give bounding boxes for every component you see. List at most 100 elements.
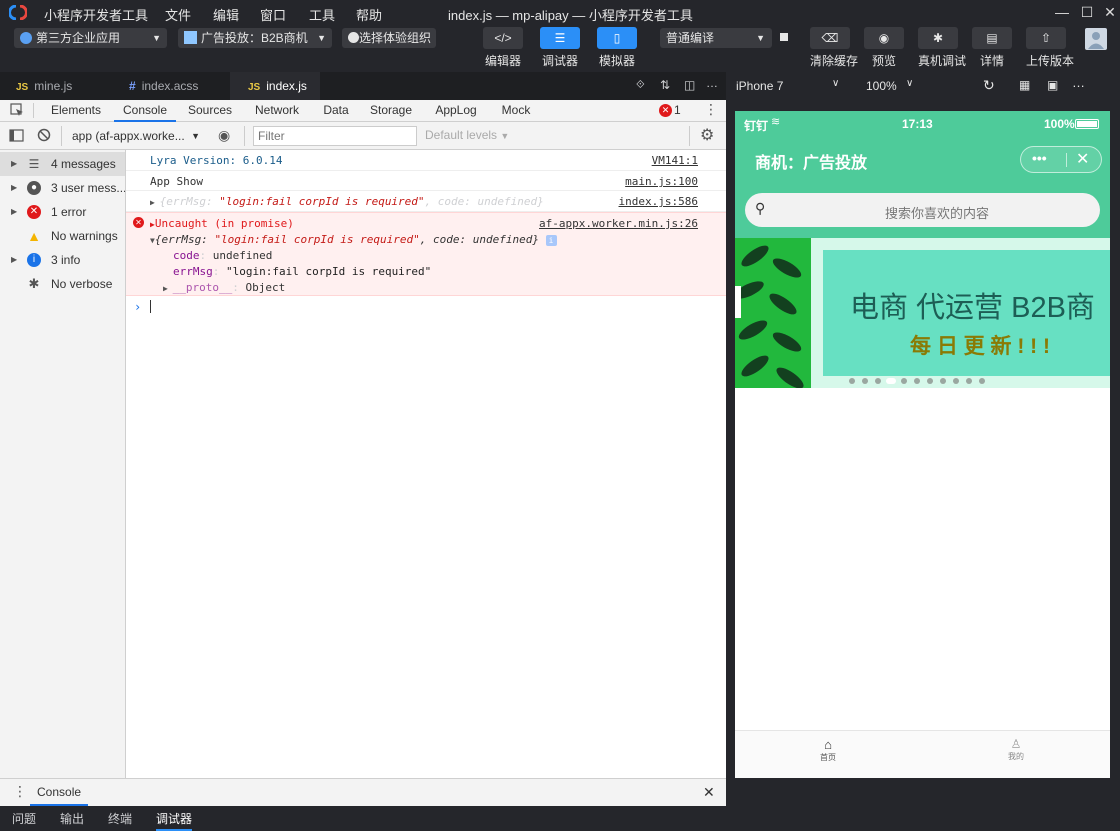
file-tab-index-js[interactable]: JS index.js: [230, 72, 320, 100]
error-object[interactable]: ▼{errMsg: "login:fail corpId is required…: [150, 233, 557, 246]
filter-input[interactable]: [253, 126, 417, 146]
expand-arrow-icon[interactable]: ▶: [11, 200, 17, 224]
preview-icon[interactable]: ◉: [864, 27, 904, 49]
tab-home[interactable]: ⌂ 首页: [798, 731, 858, 763]
inspect-icon[interactable]: [10, 103, 24, 117]
more-icon[interactable]: …: [1072, 75, 1085, 90]
sidebar-item-info[interactable]: ▶ i 3 info: [0, 248, 125, 272]
tab-sources[interactable]: Sources: [183, 100, 237, 122]
eraser-icon[interactable]: ⌫: [810, 27, 850, 49]
compare-icon[interactable]: ⇅: [660, 78, 670, 92]
context-select[interactable]: app (af-appx.worke... ▼: [66, 127, 206, 145]
device-select[interactable]: iPhone 7: [736, 79, 783, 93]
sidebar-item-messages[interactable]: ▶ ☰ 4 messages: [0, 152, 125, 176]
menu-window[interactable]: 窗口: [260, 5, 286, 24]
sidebar-item-errors[interactable]: ▶ ✕ 1 error: [0, 200, 125, 224]
tab-debugger[interactable]: 调试器: [156, 810, 193, 831]
stop-compile-button[interactable]: [778, 31, 790, 43]
tab-mine[interactable]: ♙ 我的: [986, 731, 1046, 762]
phone-icon[interactable]: ▯: [597, 27, 637, 49]
close-icon[interactable]: ✕: [703, 784, 715, 801]
info-badge-icon[interactable]: i: [545, 235, 557, 246]
sidebar-item-verbose[interactable]: ✱ No verbose: [0, 272, 125, 296]
code-icon[interactable]: </>: [483, 27, 523, 49]
banner-carousel[interactable]: 电商 代运营 B2B商 每 日 更 新 ! ! !: [735, 238, 1110, 388]
bug-icon[interactable]: ✱: [918, 27, 958, 49]
source-link[interactable]: VM141:1: [652, 154, 698, 167]
drawer-tab-console[interactable]: Console: [30, 779, 89, 806]
menu-help[interactable]: 帮助: [356, 5, 382, 24]
close-window-icon[interactable]: ✕: [1099, 3, 1120, 21]
tab-elements[interactable]: Elements: [44, 100, 108, 122]
split-editor-icon[interactable]: ◫: [684, 78, 695, 92]
error-count[interactable]: 1: [674, 103, 681, 117]
tab-data[interactable]: Data: [318, 100, 354, 122]
file-tab-index-acss[interactable]: # index.acss: [105, 72, 230, 100]
clear-cache-tool[interactable]: ⌫ 清除缓存: [810, 27, 858, 69]
source-link[interactable]: index.js:586: [619, 195, 698, 208]
menu-tools[interactable]: 工具: [309, 5, 335, 24]
gear-icon[interactable]: ⚙: [700, 125, 714, 145]
tab-problems[interactable]: 问题: [12, 810, 36, 827]
tab-storage[interactable]: Storage: [366, 100, 416, 122]
editor-tool[interactable]: </> 编辑器: [483, 27, 523, 69]
debugger-tool[interactable]: ☰ 调试器: [540, 27, 580, 69]
zoom-select[interactable]: 100%: [866, 79, 897, 93]
minimize-icon[interactable]: —: [1051, 3, 1073, 21]
tab-output[interactable]: 输出: [60, 810, 84, 827]
menu-edit[interactable]: 编辑: [213, 5, 239, 24]
console-input[interactable]: [150, 300, 710, 314]
source-control-icon[interactable]: ⟐: [636, 79, 645, 92]
tab-network[interactable]: Network: [249, 100, 305, 122]
error-icon[interactable]: ✕: [659, 104, 672, 117]
expand-arrow-icon[interactable]: ▶: [11, 176, 17, 200]
tab-terminal[interactable]: 终端: [108, 810, 132, 827]
project-select[interactable]: 广告投放：B2B商机 ▼: [178, 28, 332, 48]
expand-arrow-icon[interactable]: ▶: [11, 152, 17, 176]
menu-app[interactable]: 小程序开发者工具: [44, 5, 148, 24]
source-link[interactable]: main.js:100: [625, 175, 698, 188]
more-dots-icon[interactable]: •••: [1032, 150, 1047, 166]
upload-icon[interactable]: ⇧: [1026, 27, 1066, 49]
expand-arrow-icon[interactable]: ▶: [163, 284, 173, 293]
levels-select[interactable]: Default levels ▼: [425, 128, 509, 142]
sidebar-item-warnings[interactable]: ▲ No warnings: [0, 224, 125, 248]
kebab-menu-icon[interactable]: ⋮: [13, 783, 27, 800]
sidebar-toggle-icon[interactable]: [9, 128, 24, 143]
sliders-icon[interactable]: ☰: [540, 27, 580, 49]
clear-console-icon[interactable]: [37, 128, 51, 142]
close-icon[interactable]: ✕: [1076, 149, 1089, 169]
doc-icon[interactable]: ▤: [972, 27, 1012, 49]
sidebar-item-user-messages[interactable]: ▶ ● 3 user mess...: [0, 176, 125, 200]
preview-tool[interactable]: ◉ 预览: [864, 27, 904, 69]
kebab-menu-icon[interactable]: ⋮: [704, 101, 718, 118]
error-title[interactable]: ▶Uncaught (in promise): [150, 217, 294, 230]
tab-mock[interactable]: Mock: [495, 100, 537, 122]
tab-applog[interactable]: AppLog: [430, 100, 482, 122]
simulator-tool[interactable]: ▯ 模拟器: [597, 27, 637, 69]
refresh-icon[interactable]: ↻: [983, 77, 995, 94]
maximize-icon[interactable]: ☐: [1076, 3, 1098, 21]
more-icon[interactable]: …: [706, 76, 718, 90]
file-tab-mine-js[interactable]: JS mine.js: [0, 72, 105, 100]
console-object[interactable]: ▶ {errMsg: "login:fail corpId is require…: [150, 195, 544, 208]
eye-icon[interactable]: ◉: [218, 127, 230, 144]
compile-mode-select[interactable]: 普通编译 ▼: [660, 28, 772, 48]
chevron-down-icon[interactable]: ∨: [832, 78, 839, 89]
console-message[interactable]: ▶ {errMsg: "login:fail corpId is require…: [126, 191, 726, 212]
remote-debug-tool[interactable]: ✱ 真机调试: [918, 27, 966, 69]
source-link[interactable]: af-appx.worker.min.js:26: [539, 217, 698, 230]
expand-arrow-icon[interactable]: ▶: [150, 198, 160, 207]
org-select[interactable]: 第三方企业应用 ▼: [14, 28, 167, 48]
screenshot-icon[interactable]: ▣: [1047, 78, 1058, 92]
expand-arrow-icon[interactable]: ▶: [11, 248, 17, 272]
tab-console[interactable]: Console: [114, 100, 176, 122]
avatar[interactable]: [1085, 28, 1107, 50]
prop-proto[interactable]: ▶ __proto__: Object: [163, 281, 285, 294]
upload-tool[interactable]: ⇧ 上传版本: [1026, 27, 1074, 69]
details-tool[interactable]: ▤ 详情: [972, 27, 1012, 69]
grid-icon[interactable]: ▦: [1019, 78, 1030, 92]
search-bar[interactable]: ⚲ 搜索你喜欢的内容: [745, 193, 1100, 227]
menu-file[interactable]: 文件: [165, 5, 191, 24]
experience-org-button[interactable]: 选择体验组织: [342, 28, 436, 48]
